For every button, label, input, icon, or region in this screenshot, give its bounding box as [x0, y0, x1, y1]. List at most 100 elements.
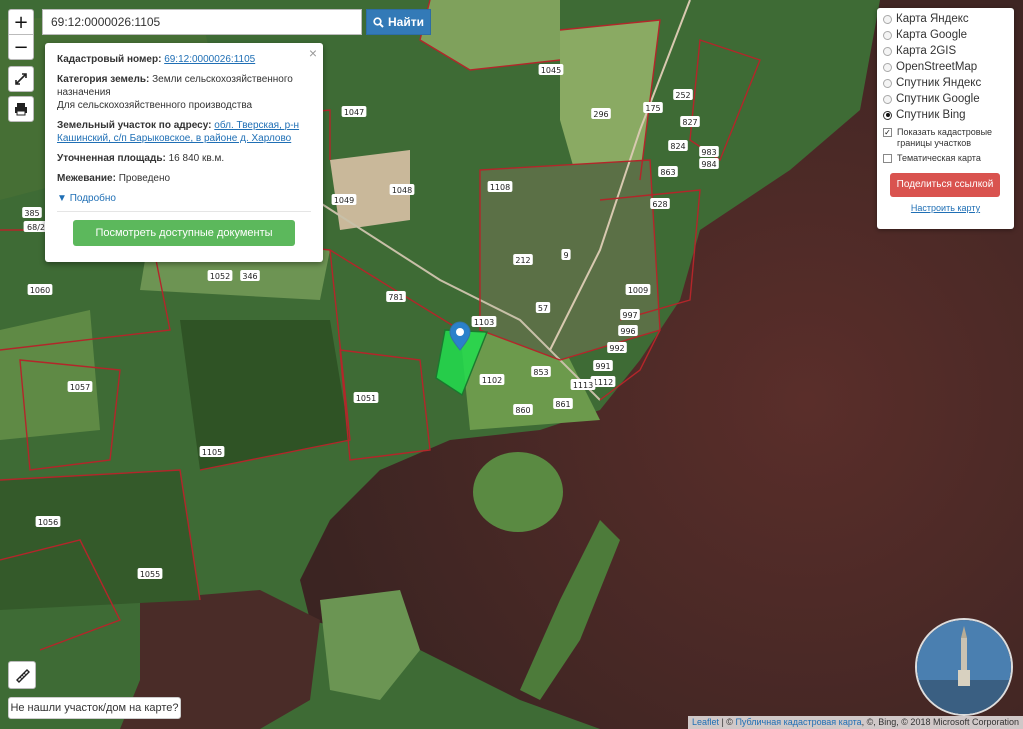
parcel-number-label: 385 [24, 209, 39, 218]
area-value: 16 840 кв.м. [168, 153, 225, 164]
parcel-number-label: 827 [682, 118, 697, 127]
parcel-number-label: 1055 [140, 570, 160, 579]
attribution-rest: , ©, Bing, © 2018 Microsoft Corporation [861, 717, 1019, 727]
layer-option-label: Спутник Google [896, 93, 980, 105]
parcel-number-label: 853 [533, 368, 548, 377]
view-documents-button[interactable]: Посмотреть доступные документы [73, 220, 295, 246]
parcel-number-label: 1047 [344, 108, 364, 117]
radio-button[interactable] [883, 30, 892, 40]
area-label: Уточненная площадь: [57, 153, 166, 164]
parcel-number-label: 1060 [30, 286, 50, 295]
island [473, 452, 563, 532]
thematic-checkbox[interactable] [883, 154, 892, 163]
parcel-number-label: 1102 [482, 376, 502, 385]
thematic-checkbox-row[interactable]: Тематическая карта [883, 153, 1008, 164]
address-row: Земельный участок по адресу: обл. Тверск… [57, 119, 311, 145]
land-category-extra: Для сельскохозяйственного производства [57, 100, 253, 111]
parcel-number-label: 1051 [356, 394, 376, 403]
configure-map-link[interactable]: Настроить карту [883, 203, 1008, 213]
radio-button[interactable] [883, 110, 892, 120]
search-input[interactable]: 69:12:0000026:1105 [42, 9, 362, 35]
parcel-number-label: 991 [595, 362, 610, 371]
parcel-number-label: 824 [670, 142, 685, 151]
parcel-number-label: 1048 [392, 186, 412, 195]
not-found-button[interactable]: Не нашли участок/дом на карте? [8, 697, 181, 719]
zoom-out-button[interactable]: − [8, 34, 34, 60]
belltower-thumbnail[interactable] [915, 618, 1013, 716]
layer-option[interactable]: Спутник Google [883, 91, 1008, 107]
layer-switcher: Карта Яндекс Карта Google Карта 2GIS OpenSt… [877, 8, 1014, 229]
parcel-number-label: 1105 [202, 448, 222, 457]
share-link-button[interactable]: Поделиться ссылкой [890, 173, 1000, 197]
radio-button[interactable] [883, 94, 892, 104]
popup-divider [57, 211, 311, 212]
print-button[interactable] [8, 96, 34, 122]
radio-button[interactable] [883, 62, 892, 72]
parcel-number-label: 984 [701, 160, 716, 169]
measure-button[interactable] [8, 661, 36, 689]
parcel-number-label: 781 [388, 293, 403, 302]
area-row: Уточненная площадь: 16 840 кв.м. [57, 152, 311, 165]
layer-option-label: Карта 2GIS [896, 45, 957, 57]
more-details-toggle[interactable]: ▼ Подробно [57, 192, 311, 205]
search-button[interactable]: Найти [366, 9, 431, 35]
parcel-number-label: 212 [515, 256, 530, 265]
radio-button[interactable] [883, 78, 892, 88]
show-borders-checkbox-row[interactable]: ✓ Показать кадастровые границы участков [883, 127, 1008, 149]
parcel-number-label: 861 [555, 400, 570, 409]
parcel-number-label: 997 [622, 311, 637, 320]
layer-option[interactable]: Карта 2GIS [883, 43, 1008, 59]
parcel-number-label: 9 [563, 251, 568, 260]
close-icon[interactable]: × [309, 46, 317, 60]
ruler-icon [16, 669, 30, 683]
layer-option[interactable]: Карта Google [883, 27, 1008, 43]
map-attribution: Leaflet | © Публичная кадастровая карта,… [687, 716, 1023, 729]
layer-option[interactable]: Спутник Bing [883, 107, 1008, 123]
parcel-number-label: 1009 [628, 286, 648, 295]
layer-option-label: Спутник Яндекс [896, 77, 982, 89]
layer-option[interactable]: Карта Яндекс [883, 11, 1008, 27]
fullscreen-button[interactable] [8, 66, 34, 92]
layer-option[interactable]: OpenStreetMap [883, 59, 1008, 75]
leaflet-link[interactable]: Leaflet [692, 717, 719, 727]
layer-list: Карта Яндекс Карта Google Карта 2GIS OpenSt… [883, 11, 1008, 123]
show-borders-label: Показать кадастровые границы участков [897, 127, 993, 148]
parcel-number-label: 1045 [541, 66, 561, 75]
parcel-number-label: 983 [701, 148, 716, 157]
parcel-number-label: 1112 [593, 378, 613, 387]
parcel-number-label: 68/2 [27, 223, 45, 232]
radio-button[interactable] [883, 46, 892, 56]
search-button-label: Найти [388, 15, 424, 29]
land-category-label: Категория земель: [57, 74, 150, 85]
parcel-number-label: 996 [620, 327, 635, 336]
parcel-number-label: 1103 [474, 318, 494, 327]
layer-option[interactable]: Спутник Яндекс [883, 75, 1008, 91]
forest [0, 470, 200, 610]
layer-option-label: Карта Яндекс [896, 13, 969, 25]
parcel-number-label: 1049 [334, 196, 354, 205]
belltower-image [917, 620, 1011, 714]
pkk-link[interactable]: Публичная кадастровая карта [735, 717, 861, 727]
show-borders-checkbox[interactable]: ✓ [883, 128, 892, 137]
parcel-number-label: 296 [593, 110, 608, 119]
radio-button[interactable] [883, 14, 892, 24]
parcel-number-label: 860 [515, 406, 530, 415]
thematic-label: Тематическая карта [897, 153, 981, 163]
layer-option-label: Карта Google [896, 29, 968, 41]
address-label: Земельный участок по адресу: [57, 120, 212, 131]
land-category-row: Категория земель: Земли сельскохозяйстве… [57, 73, 311, 112]
cadastral-number-row: Кадастровый номер: 69:12:0000026:1105 [57, 53, 311, 66]
cadastral-number-link[interactable]: 69:12:0000026:1105 [164, 54, 255, 65]
attribution-separator: | © [718, 717, 736, 727]
parcel-number-label: 175 [645, 104, 660, 113]
parcel-number-label: 346 [242, 272, 257, 281]
field [0, 310, 100, 440]
caret-down-icon: ▼ [57, 193, 67, 204]
cadastral-number-label: Кадастровый номер: [57, 54, 162, 65]
parcel-info-popup: × Кадастровый номер: 69:12:0000026:1105 … [45, 43, 323, 262]
parcel-number-label: 863 [660, 168, 675, 177]
layer-option-label: OpenStreetMap [896, 61, 978, 73]
zoom-in-button[interactable]: + [8, 9, 34, 35]
parcel-number-label: 1052 [210, 272, 230, 281]
survey-row: Межевание: Проведено [57, 172, 311, 185]
